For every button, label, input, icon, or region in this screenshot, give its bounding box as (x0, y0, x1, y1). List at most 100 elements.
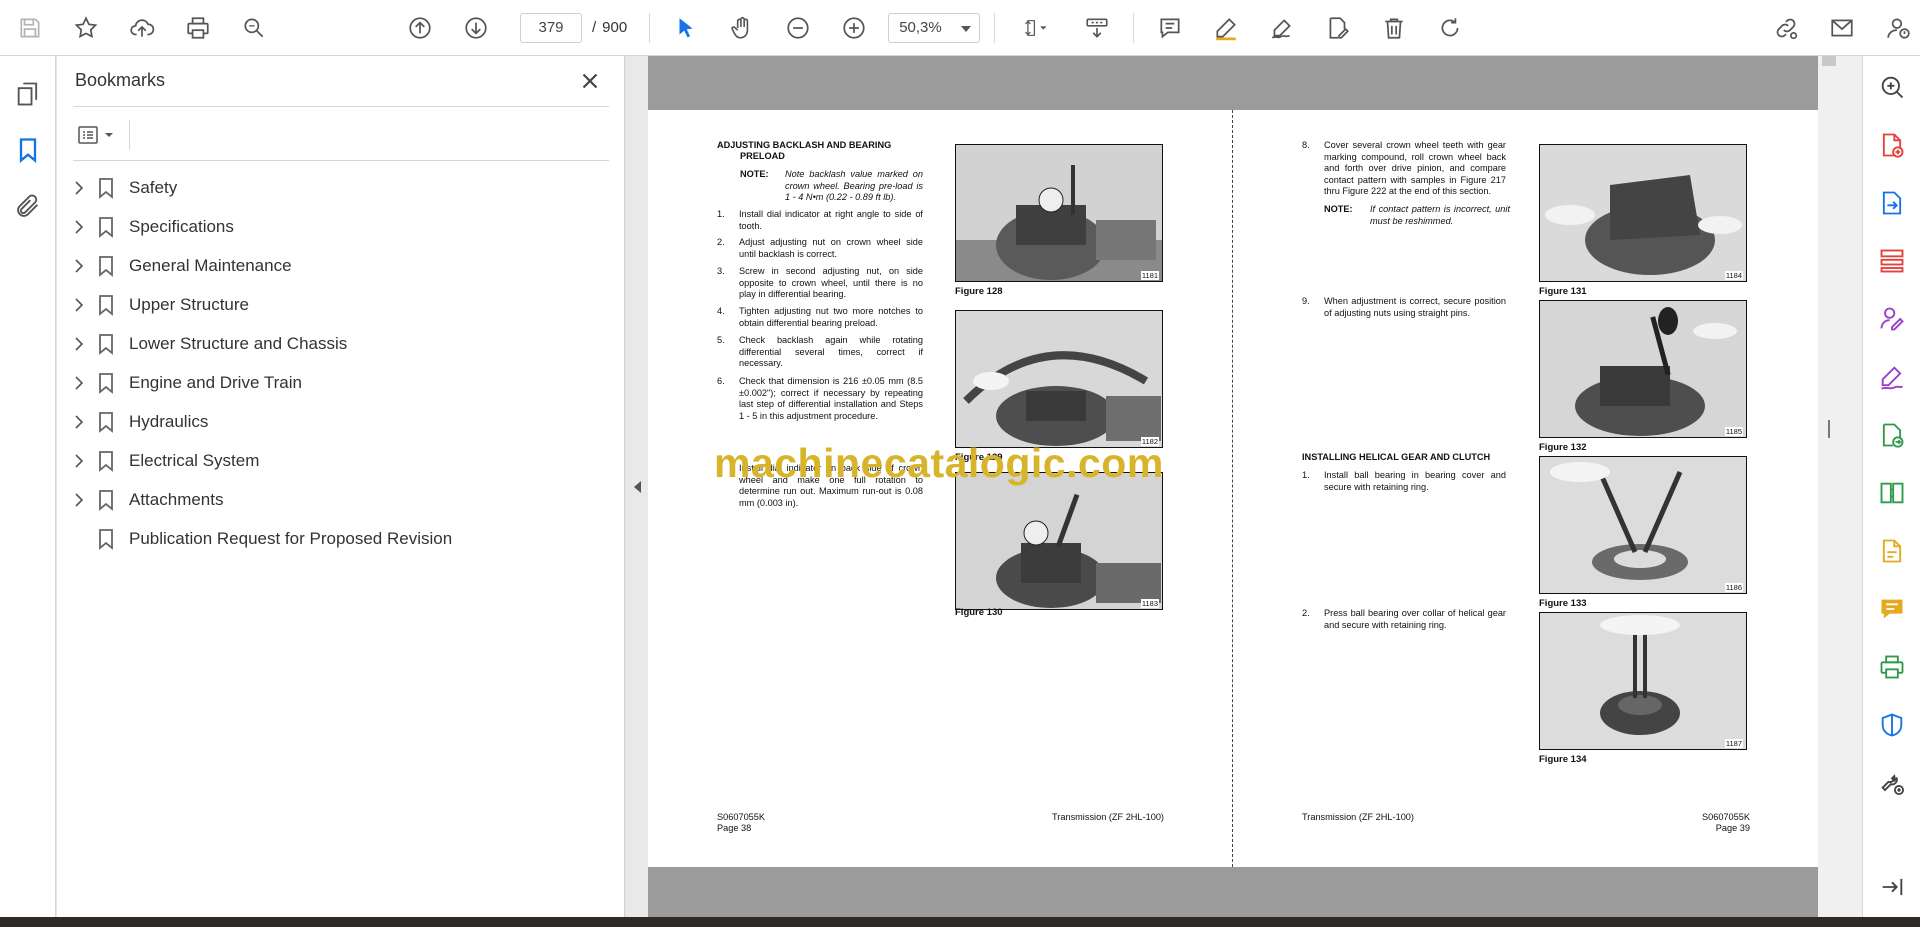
bookmark-item[interactable]: Engine and Drive Train (57, 363, 625, 402)
chevron-right-icon[interactable] (71, 258, 87, 274)
figure-image: 1181 (955, 144, 1163, 282)
chevron-right-icon[interactable] (71, 297, 87, 313)
figure-caption: Figure 133 (1539, 598, 1587, 609)
organize-pages-icon[interactable] (1863, 232, 1920, 290)
rotate-icon[interactable] (1432, 10, 1468, 46)
figure-image: 1187 (1539, 612, 1747, 750)
page-spread: ADJUSTING BACKLASH AND BEARING PRELOAD N… (648, 110, 1818, 867)
print-production-icon[interactable] (1863, 638, 1920, 696)
resize-handle[interactable] (1828, 420, 1830, 438)
bookmark-item[interactable]: Lower Structure and Chassis (57, 324, 625, 363)
divider (73, 106, 609, 107)
vertical-scrollbar[interactable] (1818, 56, 1862, 917)
bookmark-item[interactable]: General Maintenance (57, 246, 625, 285)
figure-image: 1182 (955, 310, 1163, 448)
close-icon[interactable] (577, 68, 603, 94)
export-pdf-icon[interactable] (1863, 174, 1920, 232)
bookmark-item[interactable]: Electrical System (57, 441, 625, 480)
step-text: Press ball bearing over collar of helica… (1324, 608, 1506, 630)
bookmark-icon (99, 372, 113, 394)
comment-tool-icon[interactable] (1863, 580, 1920, 638)
bookmark-icon (99, 255, 113, 277)
bookmark-options-button[interactable] (75, 120, 119, 150)
scrollbar-thumb[interactable] (1822, 56, 1836, 66)
figure-image: 1185 (1539, 300, 1747, 438)
find-text-icon[interactable] (236, 10, 272, 46)
bookmark-item[interactable]: Safety (57, 168, 625, 207)
request-signatures-icon[interactable] (1863, 290, 1920, 348)
attachments-icon[interactable] (0, 178, 56, 234)
bookmark-icon (99, 528, 113, 550)
comment-icon[interactable] (1152, 10, 1188, 46)
zoom-in-icon[interactable] (836, 10, 872, 46)
bookmark-item[interactable]: Attachments (57, 480, 625, 519)
bookmark-label: Specifications (129, 216, 234, 236)
scroll-mode-icon[interactable] (1079, 10, 1115, 46)
send-for-review-icon[interactable] (1863, 406, 1920, 464)
page-fit-icon[interactable] (1013, 10, 1059, 46)
highlight-pen-icon[interactable] (1208, 10, 1244, 46)
fill-sign-icon[interactable] (1863, 348, 1920, 406)
chevron-right-icon[interactable] (71, 180, 87, 196)
edit-pdf-icon[interactable] (1863, 522, 1920, 580)
figure-caption: Figure 132 (1539, 442, 1587, 453)
more-tools-icon[interactable] (1863, 754, 1920, 812)
bookmark-label: Attachments (129, 489, 224, 509)
page-fold-divider (1232, 110, 1233, 867)
protect-shield-icon[interactable] (1863, 696, 1920, 754)
bookmark-item[interactable]: Upper Structure (57, 285, 625, 324)
bookmark-label: Upper Structure (129, 294, 249, 314)
edit-text-icon[interactable] (1320, 10, 1356, 46)
chevron-right-icon[interactable] (71, 336, 87, 352)
page-thumbnails-icon[interactable] (0, 66, 56, 122)
figure-caption: Figure 131 (1539, 286, 1587, 297)
chevron-right-icon[interactable] (71, 492, 87, 508)
bookmark-icon (99, 411, 113, 433)
bookmark-item[interactable]: Hydraulics (57, 402, 625, 441)
chevron-right-icon[interactable] (71, 453, 87, 469)
bookmark-label: Lower Structure and Chassis (129, 333, 348, 353)
previous-page-icon[interactable] (402, 10, 438, 46)
bookmark-label: Electrical System (129, 450, 260, 470)
hand-tool-icon[interactable] (724, 10, 760, 46)
chevron-right-icon[interactable] (71, 414, 87, 430)
bookmark-star-icon[interactable] (68, 10, 104, 46)
print-icon[interactable] (180, 10, 216, 46)
top-toolbar: 379 / 900 50,3% (0, 0, 1920, 56)
bearing-photo (1540, 457, 1746, 593)
collapse-left-panel-icon[interactable] (632, 480, 644, 494)
account-help-icon[interactable] (1880, 10, 1916, 46)
bookmark-icon (99, 177, 113, 199)
delete-icon[interactable] (1376, 10, 1412, 46)
bookmark-item[interactable]: Publication Request for Proposed Revisio… (57, 519, 625, 558)
note-label: NOTE: (1324, 204, 1353, 214)
chevron-right-icon[interactable] (71, 219, 87, 235)
bookmarks-panel-icon[interactable] (0, 122, 56, 178)
step-text: Install ball bearing in bearing cover an… (1324, 470, 1506, 492)
figure-caption: Figure 128 (955, 286, 1003, 297)
zoom-level-select[interactable]: 50,3% (888, 12, 981, 43)
email-icon[interactable] (1824, 10, 1860, 46)
expand-panel-icon[interactable] (1863, 858, 1920, 916)
zoom-out-icon[interactable] (780, 10, 816, 46)
zoom-level-value: 50,3% (899, 18, 942, 36)
draw-pen-icon[interactable] (1264, 10, 1300, 46)
select-cursor-icon[interactable] (668, 10, 704, 46)
step-number: 2. (717, 237, 725, 247)
next-page-icon[interactable] (458, 10, 494, 46)
compare-files-icon[interactable] (1863, 464, 1920, 522)
chevron-right-icon[interactable] (71, 375, 87, 391)
footer-document-code: S0607055K (717, 812, 766, 822)
transmission-photo (956, 311, 1162, 447)
bookmark-label: Hydraulics (129, 411, 209, 431)
search-icon[interactable] (1863, 58, 1920, 116)
save-icon[interactable] (12, 10, 48, 46)
page-number-input[interactable]: 379 (520, 12, 582, 43)
taskbar-strip (0, 917, 1920, 927)
share-link-icon[interactable] (1768, 10, 1804, 46)
page-gap-bottom (648, 867, 1818, 917)
upload-cloud-icon[interactable] (124, 10, 160, 46)
bookmark-icon (99, 333, 113, 355)
create-pdf-icon[interactable] (1863, 116, 1920, 174)
bookmark-item[interactable]: Specifications (57, 207, 625, 246)
